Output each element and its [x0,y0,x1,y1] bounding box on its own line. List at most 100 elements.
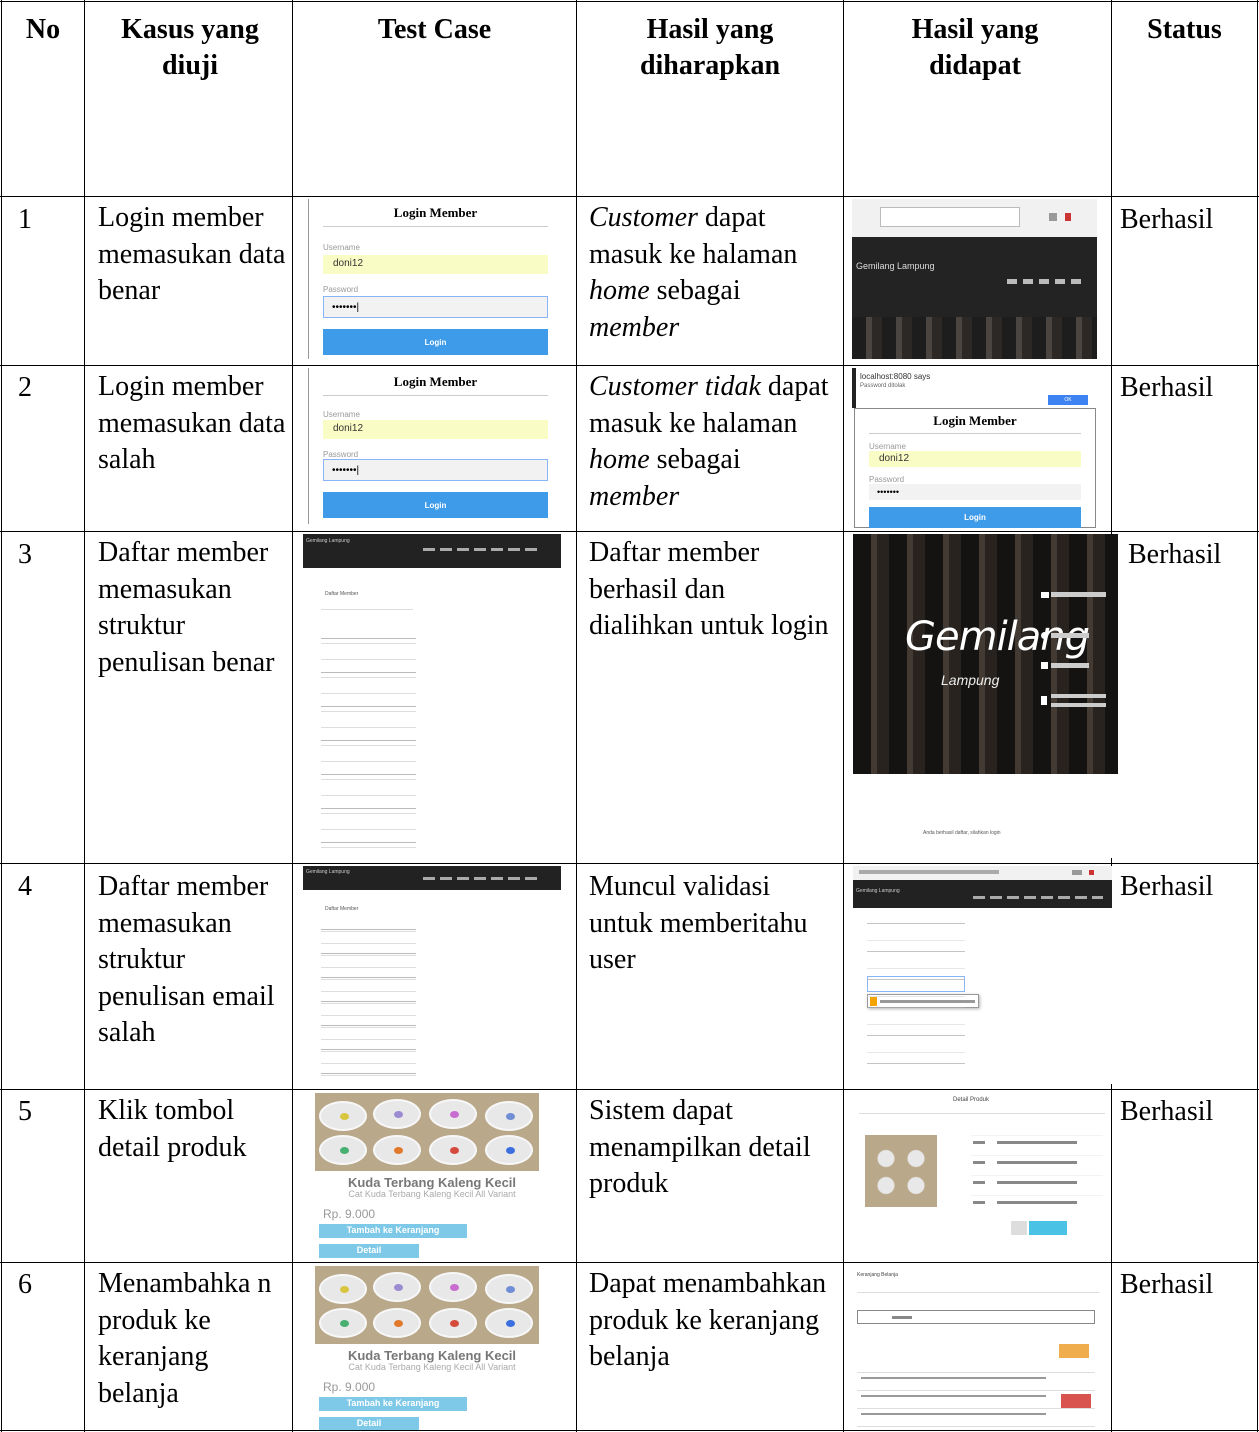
hero-image [852,317,1097,359]
contact-address [1051,694,1106,708]
nav-links [423,877,538,880]
remove-button [1061,1394,1091,1408]
brand-logo-sub: Lampung [941,672,1000,688]
address-field [859,870,999,874]
address-field [880,207,1020,227]
login-error-screenshot: localhost:8080 says Password ditolak OK … [852,368,1096,528]
row-border [0,196,1259,197]
add-to-cart-button: Tambah ke Keranjang [319,1224,467,1238]
paint-can [485,1135,533,1165]
paint-can [373,1272,421,1302]
detail-values [997,1141,1077,1211]
paint-can [429,1135,477,1165]
navbar: Gemilang Lampung [852,237,1097,317]
product-price: Rp. 9.000 [323,1207,376,1221]
paint-can [429,1272,477,1302]
status-text: Berhasil [1120,871,1214,902]
cart-search-text [892,1316,912,1319]
username-label: Username [323,243,360,252]
paint-can [429,1308,477,1338]
hasil-diharapkan-text: Dapat menambahkan produk ke keranjang be… [589,1268,827,1372]
brand: Gemilang Lampung [856,261,935,271]
row-border [0,1,1259,2]
paint-can [373,1135,421,1165]
row-border [0,1262,1259,1263]
password-field: •••••••| [323,459,548,481]
col-border [1257,0,1258,1432]
username-label: Username [869,442,906,451]
contact-fax [1051,663,1089,668]
password-label: Password [323,450,359,459]
header-test-case: Test Case [377,14,492,45]
status-text: Berhasil [1128,539,1222,570]
divider [321,609,413,610]
cart-search-field [857,1310,1095,1324]
row-number: 5 [18,1096,32,1127]
contact-fax-icon [1041,662,1048,669]
navbar: Gemilang Lampung [853,880,1112,908]
status-text: Berhasil [1120,1096,1214,1127]
paint-can [319,1274,367,1304]
add-to-cart-button [1029,1221,1067,1235]
col-border [843,0,844,1432]
kasus-text: Login member memasukan data benar [98,202,286,306]
banner-screenshot: Gemilang Lampung Anda berhasil daftar, s… [853,534,1118,858]
divider [323,395,548,396]
header-hasil-didapat: Hasil yang didapat [911,14,1039,81]
validation-screenshot: Gemilang Lampung [853,866,1112,1084]
login-title: Login Member [393,374,478,389]
password-label: Password [869,475,905,484]
kasus-text: Login member memasukan data salah [98,371,286,475]
register-screenshot: Gemilang Lampung Daftar Member [303,866,561,1084]
product-price: Rp. 9.000 [323,1380,376,1394]
alert-title: localhost:8080 says [860,372,931,381]
row-border [0,1089,1259,1090]
cart-screenshot: Keranjang Belanja [853,1264,1103,1430]
row-number: 4 [18,871,32,902]
form-fields [867,920,965,1075]
hasil-diharapkan-text: Customer tidak dapat masuk ke halaman ho… [589,371,829,512]
password-field: •••••••| [323,296,548,318]
username-label: Username [323,410,360,419]
detail-button: Detail [319,1417,419,1430]
navbar: Gemilang Lampung [303,534,561,568]
kasus-text: Daftar member memasukan struktur penulis… [98,871,275,1048]
paint-can [485,1101,533,1131]
contact-email [1051,592,1106,597]
contact-address-icon [1041,696,1047,705]
header-status: Status [1147,14,1222,45]
detail-heading: Detail Produk [953,1097,990,1103]
product-card-screenshot: Kuda Terbang Kaleng Kecil Cat Kuda Terba… [301,1264,563,1430]
add-to-cart-button: Tambah ke Keranjang [319,1397,467,1411]
cart-table-cells [861,1377,1046,1425]
product-name: Kuda Terbang Kaleng Kecil [347,1175,517,1190]
login-screenshot: Login Member Username doni12 Password ••… [308,199,562,359]
nav-links [423,548,538,551]
divider [857,1292,1099,1293]
alert-dialog: localhost:8080 says Password ditolak OK [852,368,1096,408]
product-name: Kuda Terbang Kaleng Kecil [347,1348,517,1363]
login-button: Login [869,507,1081,528]
checkout-button [1059,1344,1089,1358]
login-title: Login Member [393,205,478,220]
login-panel: Login Member Username doni12 Password ••… [854,408,1096,528]
register-heading: Daftar Member [325,906,359,912]
alert-message: Password ditolak [860,383,906,389]
nav-links [1007,279,1087,284]
product-subtitle: Cat Kuda Terbang Kaleng Kecil All Varian… [348,1189,516,1199]
navbar: Gemilang Lampung [303,866,561,890]
cart-heading: Keranjang Belanja [857,1272,898,1278]
register-heading: Daftar Member [325,591,359,597]
divider [859,1113,1105,1114]
hero-banner: Gemilang Lampung [853,534,1118,774]
status-text: Berhasil [1120,372,1214,403]
browser-icons [1049,213,1089,221]
header-hasil-diharapkan: Hasil yang diharapkan [639,14,781,81]
contact-phone [1051,633,1089,638]
status-text: Berhasil [1120,1269,1214,1300]
status-text: Berhasil [1120,204,1214,235]
header-kasus: Kasus yang diuji [121,14,259,81]
username-field: doni12 [869,451,1081,467]
paint-can [485,1274,533,1304]
row-number: 2 [18,372,32,403]
